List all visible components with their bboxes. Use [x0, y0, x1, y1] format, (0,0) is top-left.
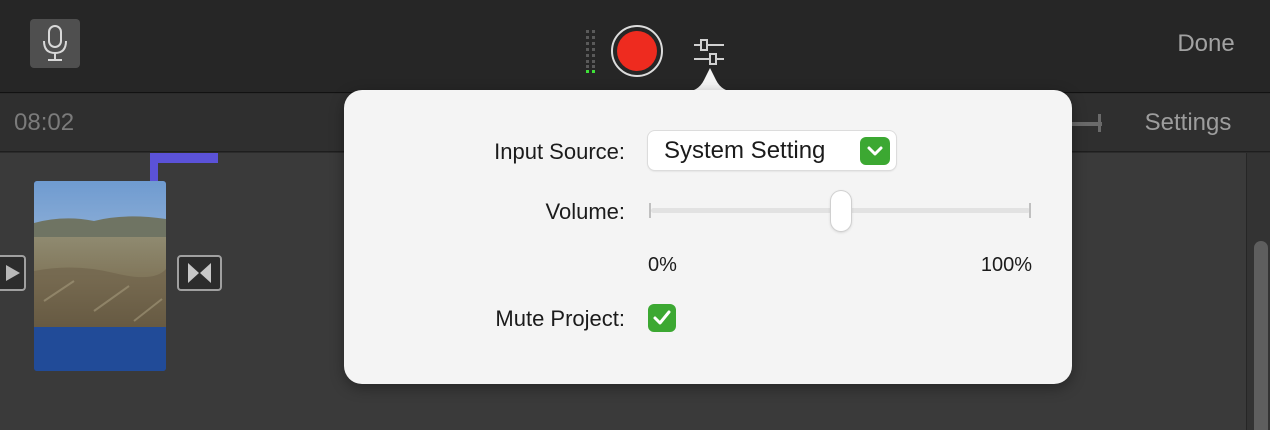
vertical-scrollbar-thumb[interactable]	[1254, 241, 1268, 430]
microphone-icon	[43, 25, 67, 61]
volume-label: Volume:	[545, 199, 626, 224]
checkmark-icon	[653, 310, 671, 325]
transition-bowtie-icon	[6, 265, 20, 281]
chevron-down-icon	[860, 137, 890, 165]
transition-button-left[interactable]	[0, 255, 26, 291]
input-source-value: System Setting	[664, 137, 826, 164]
timeline-settings-button[interactable]: Settings	[1132, 108, 1244, 138]
popover-arrow	[684, 66, 736, 92]
volume-max-label: 100%	[980, 254, 1032, 276]
volume-max-tick	[1029, 203, 1031, 218]
sliders-icon	[694, 39, 724, 65]
voiceover-microphone-button[interactable]	[30, 19, 80, 68]
volume-slider-thumb[interactable]	[830, 191, 851, 231]
transition-button-right[interactable]	[177, 255, 222, 291]
record-button[interactable]	[611, 25, 663, 77]
clip-audio-waveform	[34, 327, 166, 371]
done-button[interactable]: Done	[1166, 28, 1246, 60]
timecode-display: 08:02	[14, 109, 75, 136]
input-source-label: Input Source:	[494, 139, 625, 164]
mute-project-checkbox[interactable]	[648, 304, 676, 332]
mute-project-label: Mute Project:	[495, 306, 625, 331]
transition-bowtie-icon	[188, 263, 211, 283]
clip-thumbnail	[34, 181, 166, 327]
audio-level-meter-icon	[584, 30, 598, 76]
playhead-marker[interactable]	[150, 153, 218, 163]
top-toolbar: Done	[0, 0, 1270, 93]
zoom-slider-end-cap	[1098, 114, 1101, 132]
record-icon	[617, 31, 657, 71]
volume-min-label: 0%	[648, 254, 677, 276]
voiceover-options-button[interactable]	[690, 36, 728, 68]
video-clip[interactable]	[34, 181, 166, 371]
input-source-select[interactable]: System Setting	[648, 131, 896, 170]
